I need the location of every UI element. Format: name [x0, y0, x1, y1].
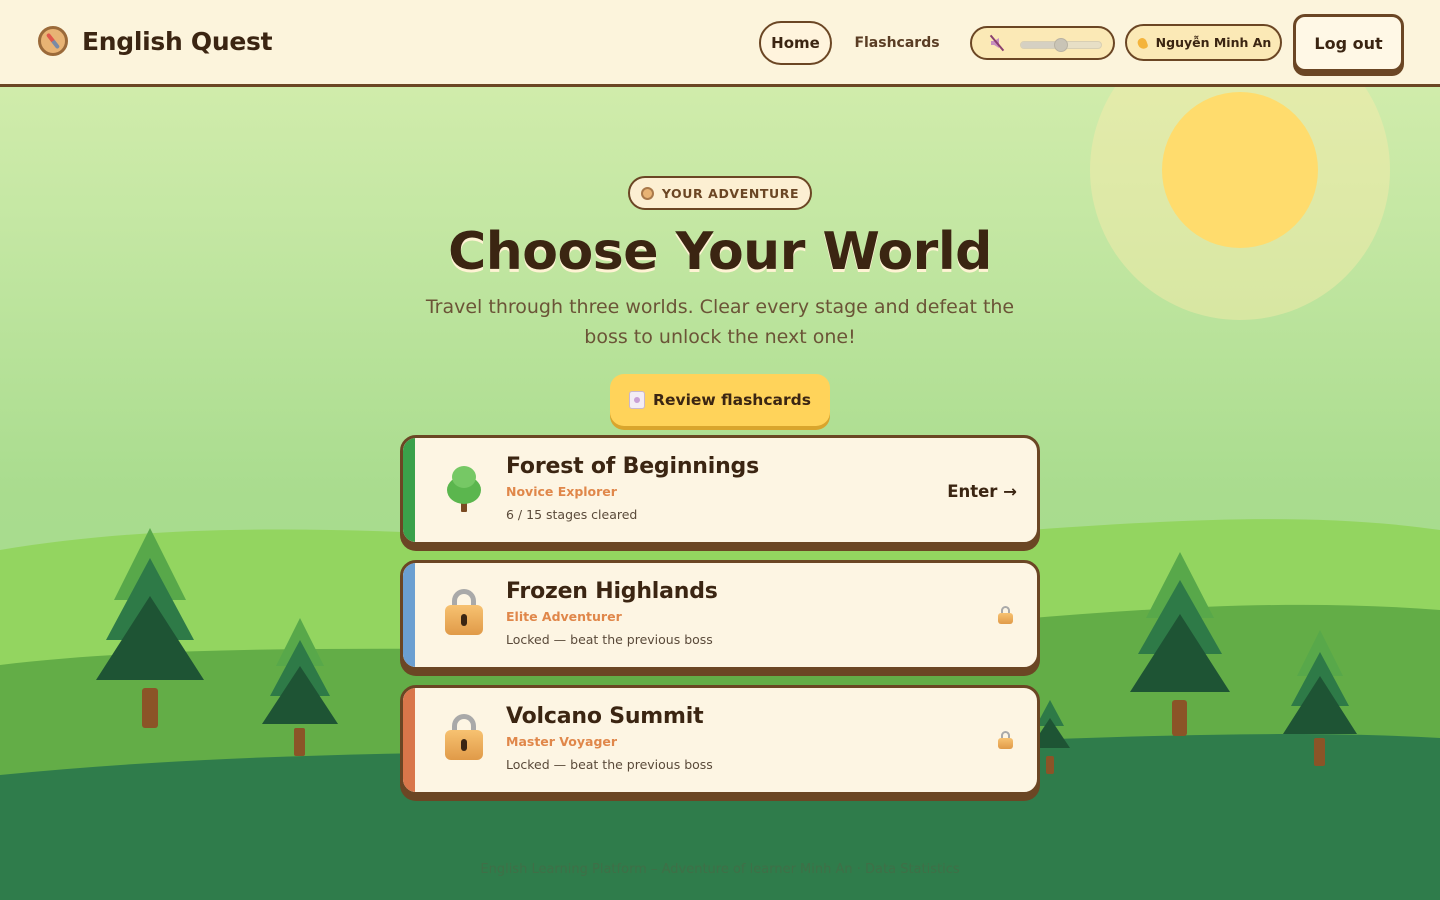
pine-tree-illustration [96, 528, 204, 728]
page-title: Choose Your World [448, 222, 992, 282]
world-card-forest[interactable]: Forest of Beginnings Novice Explorer 6 /… [400, 435, 1040, 545]
world-rank: Novice Explorer [506, 484, 617, 499]
logout-button[interactable]: Log out [1293, 14, 1404, 72]
compass-icon [640, 186, 654, 200]
world-accent-stripe [403, 688, 415, 792]
nav-flashcards-link[interactable]: Flashcards [848, 21, 946, 65]
lock-icon [441, 589, 487, 639]
world-name: Forest of Beginnings [506, 454, 759, 479]
world-rank: Master Voyager [506, 734, 618, 749]
nav-home-link[interactable]: Home [759, 21, 832, 65]
world-accent-stripe [403, 438, 415, 542]
lock-icon [441, 714, 487, 764]
page-subtitle: Travel through three worlds. Clear every… [425, 296, 1015, 348]
enter-world-button[interactable]: Enter → [947, 482, 1017, 501]
compass-icon [38, 26, 68, 56]
tree-icon [441, 464, 487, 514]
pine-tree-illustration [262, 618, 338, 756]
user-name: Nguyễn Minh An [1155, 35, 1272, 50]
world-rank: Elite Adventurer [506, 609, 622, 624]
brand-logo-link[interactable]: English Quest [38, 26, 273, 56]
world-name: Volcano Summit [506, 704, 704, 729]
app-title: English Quest [82, 26, 273, 56]
mute-toggle-icon[interactable] [988, 34, 1008, 52]
user-profile-pill[interactable]: Nguyễn Minh An [1125, 24, 1282, 61]
volume-slider[interactable] [1020, 38, 1102, 52]
lock-icon [997, 606, 1013, 624]
adventure-badge: YOUR ADVENTURE [628, 176, 812, 210]
flashcard-icon [629, 391, 646, 409]
top-navigation-bar: English Quest Home Flashcards Nguyễn Min… [0, 0, 1440, 87]
volume-slider-thumb[interactable] [1054, 38, 1068, 52]
world-status: Locked — beat the previous boss [506, 632, 713, 647]
pine-tree-illustration [1130, 552, 1230, 736]
footer-text: English Learning Platform – Adventure of… [480, 862, 960, 877]
review-flashcards-label: Review flashcards [653, 391, 811, 409]
world-card-frozen: Frozen Highlands Elite Adventurer Locked… [400, 560, 1040, 670]
audio-control [970, 26, 1115, 60]
world-status: Locked — beat the previous boss [506, 757, 713, 772]
badge-label: YOUR ADVENTURE [661, 185, 800, 201]
review-flashcards-button[interactable]: Review flashcards [610, 374, 830, 426]
world-card-volcano: Volcano Summit Master Voyager Locked — b… [400, 685, 1040, 795]
pine-tree-illustration [1283, 630, 1357, 766]
world-accent-stripe [403, 563, 415, 667]
world-name: Frozen Highlands [506, 579, 718, 604]
world-progress: 6 / 15 stages cleared [506, 507, 638, 522]
lock-icon [997, 731, 1013, 749]
waving-hand-icon [1136, 36, 1150, 50]
